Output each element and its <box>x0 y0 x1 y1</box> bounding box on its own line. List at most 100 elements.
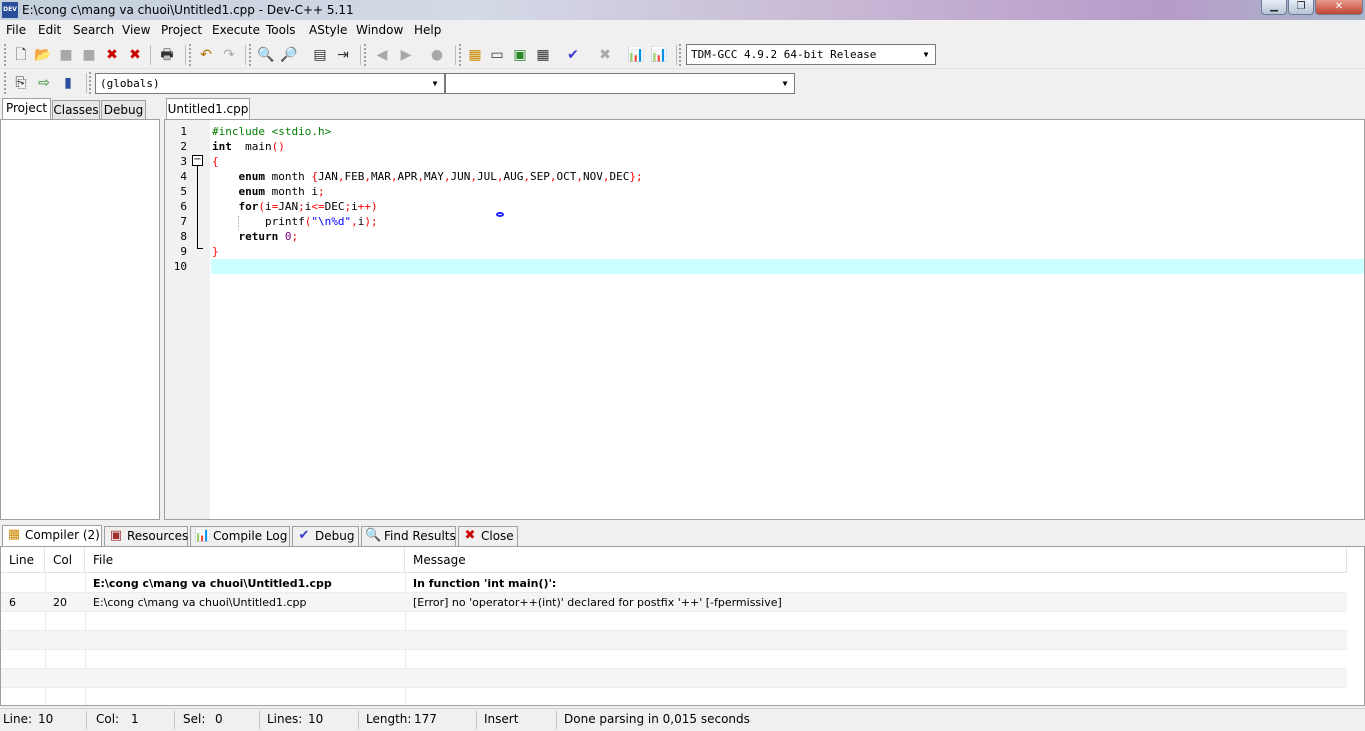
cell-line <box>1 574 45 593</box>
toolbar-grip[interactable] <box>679 44 683 66</box>
menu-edit[interactable]: Edit <box>38 23 61 37</box>
stop-execution-icon[interactable]: ✖ <box>595 45 615 65</box>
chevron-down-icon[interactable]: ▼ <box>778 75 792 92</box>
main-toolbar: 🗋 📂 ■ ■ ✖ ✖ 🖶 ↶ ↷ 🔍 🔎 ▤ ⇥ ◀ ▶ ● ▦ ▭ ▣ ▦ … <box>0 41 1365 69</box>
code-token: 0 <box>284 230 292 243</box>
function-select[interactable]: ▼ <box>445 73 795 94</box>
menu-search[interactable]: Search <box>73 23 114 37</box>
comment-icon[interactable]: ● <box>427 45 447 65</box>
replace-icon[interactable]: 🔎 <box>279 45 299 65</box>
menu-astyle[interactable]: AStyle <box>309 23 347 37</box>
open-file-icon[interactable]: 📂 <box>33 45 53 65</box>
menu-execute[interactable]: Execute <box>212 23 260 37</box>
unindent-icon[interactable]: ◀ <box>372 45 392 65</box>
table-row-empty <box>1 612 1347 631</box>
code-token: , <box>523 170 530 183</box>
toggle-layout-icon[interactable]: ▦ <box>533 45 553 65</box>
toolbar-grip[interactable] <box>89 72 93 94</box>
table-row[interactable]: 6 20 E:\cong c\mang va chuoi\Untitled1.c… <box>1 593 1347 612</box>
code-line-5[interactable]: enum month i; <box>212 185 325 198</box>
new-file-icon[interactable]: 🗋 <box>11 45 31 65</box>
code-line-3[interactable]: { <box>212 155 219 168</box>
compiler-select[interactable]: TDM-GCC 4.9.2 64-bit Release ▼ <box>686 44 936 65</box>
column-header-line[interactable]: Line <box>1 547 45 573</box>
code-line-1[interactable]: #include <stdio.h> <box>212 125 331 138</box>
tab-compiler[interactable]: ▦ Compiler (2) <box>2 525 102 548</box>
new-project-icon[interactable]: ▦ <box>465 45 485 65</box>
toolbar-grip[interactable] <box>249 44 253 66</box>
close-window-button[interactable]: ✕ <box>1315 0 1363 15</box>
toolbar-grip[interactable] <box>189 44 193 66</box>
code-token: for <box>238 200 259 213</box>
syntax-check-icon[interactable]: ✔ <box>563 45 583 65</box>
delete-profile-icon[interactable]: 📊 <box>649 45 669 65</box>
code-token: ); <box>364 215 378 228</box>
tab-debug-label: Debug <box>315 529 355 543</box>
tab-classes[interactable]: Classes <box>52 100 100 120</box>
code-token: , <box>470 170 477 183</box>
code-line-2[interactable]: int main() <box>212 140 285 153</box>
undo-icon[interactable]: ↶ <box>196 45 216 65</box>
code-line-6[interactable]: for(i=JAN;i<=DEC;i++) <box>212 200 378 213</box>
project-browser[interactable] <box>0 119 160 520</box>
tab-close[interactable]: ✖ Close <box>458 526 518 547</box>
code-line-9[interactable]: } <box>212 245 219 258</box>
toolbar-grip[interactable] <box>4 72 8 94</box>
indent-icon[interactable]: ▶ <box>396 45 416 65</box>
line-number: 1 <box>180 125 187 138</box>
status-length-value: 177 <box>414 712 437 726</box>
tab-project[interactable]: Project <box>2 98 51 120</box>
column-header-message[interactable]: Message <box>405 547 1347 573</box>
status-length-label: Length: <box>366 712 412 726</box>
goto-definition-icon[interactable]: ⇨ <box>34 73 54 93</box>
print-icon[interactable]: 🖶 <box>157 45 177 65</box>
cell-message: In function 'int main()': <box>413 577 557 590</box>
close-all-icon[interactable]: ✖ <box>125 45 145 65</box>
tab-debug[interactable]: ✔ Debug <box>292 526 359 547</box>
save-icon[interactable]: ■ <box>56 45 76 65</box>
toolbar-grip[interactable] <box>364 44 368 66</box>
fold-toggle-icon[interactable]: − <box>192 155 203 166</box>
code-line-4[interactable]: enum month {JAN,FEB,MAR,APR,MAY,JUN,JUL,… <box>212 170 643 183</box>
maximize-button[interactable]: ❐ <box>1288 0 1314 15</box>
tab-untitled1-cpp[interactable]: Untitled1.cpp <box>166 98 250 120</box>
menu-project[interactable]: Project <box>161 23 202 37</box>
toggle-bookmark-icon[interactable]: ⇥ <box>333 45 353 65</box>
table-row[interactable]: E:\cong c\mang va chuoi\Untitled1.cpp In… <box>1 574 1347 593</box>
chevron-down-icon[interactable]: ▼ <box>428 75 442 92</box>
scope-select[interactable]: (globals) ▼ <box>95 73 445 94</box>
tab-resources[interactable]: ▣ Resources <box>104 526 188 547</box>
menu-tools[interactable]: Tools <box>266 23 296 37</box>
line-number-gutter[interactable]: 1 2 3 4 5 6 7 8 9 10 − <box>165 120 210 519</box>
tab-compile-log[interactable]: 📊 Compile Log <box>190 526 290 547</box>
code-line-8[interactable]: return 0; <box>212 230 299 243</box>
code-token: enum <box>238 185 266 198</box>
code-line-7[interactable]: printf("\n%d",i); <box>212 215 378 228</box>
save-all-icon[interactable]: ■ <box>79 45 99 65</box>
class-browser-icon[interactable]: ▣ <box>510 45 530 65</box>
menu-help[interactable]: Help <box>414 23 441 37</box>
minimize-button[interactable]: ▁ <box>1261 0 1287 15</box>
code-token: JUN <box>450 170 471 183</box>
redo-icon[interactable]: ↷ <box>219 45 239 65</box>
toolbar-grip[interactable] <box>459 44 463 66</box>
tab-debug-left[interactable]: Debug <box>101 100 146 120</box>
insert-icon[interactable]: ⎘ <box>11 73 31 93</box>
goto-line-icon[interactable]: ▤ <box>310 45 330 65</box>
compile-icon[interactable]: ▮ <box>58 73 78 93</box>
close-file-icon[interactable]: ✖ <box>102 45 122 65</box>
menu-file[interactable]: File <box>6 23 26 37</box>
column-header-col[interactable]: Col <box>45 547 85 573</box>
code-token: ; <box>298 200 305 213</box>
menu-view[interactable]: View <box>122 23 150 37</box>
find-icon[interactable]: 🔍 <box>256 45 276 65</box>
project-options-icon[interactable]: ▭ <box>487 45 507 65</box>
chevron-down-icon[interactable]: ▼ <box>919 46 933 63</box>
menu-window[interactable]: Window <box>356 23 403 37</box>
column-header-file[interactable]: File <box>85 547 405 573</box>
code-editor[interactable]: 1 2 3 4 5 6 7 8 9 10 − #include <stdio.h… <box>164 119 1365 520</box>
tab-find-results[interactable]: 🔍 Find Results <box>361 526 456 547</box>
toolbar-grip[interactable] <box>4 44 8 66</box>
compiler-messages-table[interactable]: Line Col File Message E:\cong c\mang va … <box>0 546 1365 706</box>
profile-icon[interactable]: 📊 <box>626 45 646 65</box>
